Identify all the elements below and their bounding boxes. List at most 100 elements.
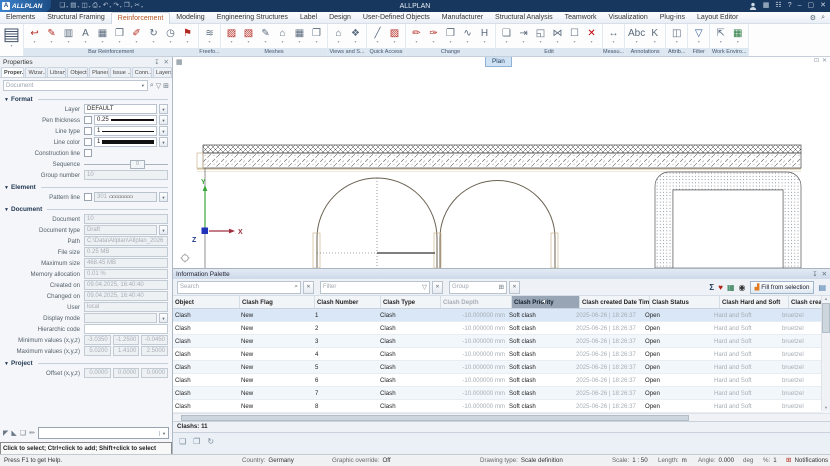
- house-icon[interactable]: ⌂ ▾: [331, 27, 346, 44]
- viewport-icon[interactable]: ▦: [176, 58, 183, 66]
- menu-item[interactable]: Structural Analysis: [489, 12, 559, 23]
- hatch-icon[interactable]: ▨ ▾: [387, 27, 402, 44]
- line-icon[interactable]: ╱ ▾: [370, 27, 385, 44]
- filter-funnel-icon[interactable]: ▽ ▾: [691, 27, 706, 44]
- column-header-clash-priority[interactable]: Clash Priority ➤: [512, 296, 580, 308]
- viewport-close-icon[interactable]: ✕: [822, 57, 827, 64]
- column-header[interactable]: Clash Flag: [240, 296, 315, 308]
- bar-pen-icon[interactable]: ✎ ▾: [44, 27, 59, 44]
- export-icon[interactable]: ❐: [193, 437, 200, 446]
- mirror-icon[interactable]: ⋈ ▾: [550, 27, 565, 44]
- close-icon[interactable]: ✕: [822, 270, 827, 278]
- settings-gear-icon[interactable]: ⚙: [810, 14, 816, 22]
- bar-schema-icon[interactable]: ▦ ▾: [95, 27, 110, 44]
- table-row[interactable]: Clash New 4 Clash -10.000000 mm Soft cla…: [173, 348, 822, 361]
- filter-input[interactable]: Filter ▽: [320, 281, 430, 294]
- align-icon[interactable]: ⇥ ▾: [516, 27, 531, 44]
- column-header[interactable]: Clash Number: [315, 296, 381, 308]
- dropdown-caret-icon[interactable]: ▼: [159, 192, 168, 202]
- menu-item[interactable]: Layout Editor: [691, 12, 744, 23]
- scale-status[interactable]: Scale:1 : 50: [612, 455, 648, 466]
- menu-item[interactable]: Label: [294, 12, 323, 23]
- spline-icon[interactable]: ∿ ▾: [460, 27, 475, 44]
- target-icon[interactable]: ◉: [739, 282, 746, 293]
- dropdown-caret-icon[interactable]: ▼: [159, 313, 168, 323]
- measure-icon[interactable]: ↔ ▾: [606, 27, 621, 44]
- viewport-tab-plan[interactable]: Plan: [485, 56, 512, 67]
- scrollbar-thumb[interactable]: [822, 303, 830, 333]
- hierarchic-code-input[interactable]: [84, 324, 168, 334]
- fill-from-selection-button[interactable]: ▟ Fill from selection: [750, 281, 815, 294]
- user-icon[interactable]: [749, 2, 757, 10]
- sum-sigma-icon[interactable]: Σ: [709, 282, 714, 293]
- leader-icon[interactable]: K ▾: [647, 27, 662, 44]
- scrollbar-thumb[interactable]: [181, 415, 689, 421]
- mesh-pen-icon[interactable]: ✎ ▾: [258, 27, 273, 44]
- line-color-select[interactable]: 1: [94, 137, 157, 147]
- properties-tab[interactable]: Proper...: [1, 67, 24, 77]
- favorites-combobox[interactable]: ▼: [38, 427, 169, 439]
- undo-icon[interactable]: ↶ ▾: [103, 1, 111, 11]
- help-icon[interactable]: ?: [788, 0, 792, 12]
- angle-status[interactable]: Angle:0.000 deg: [698, 455, 753, 466]
- close-icon[interactable]: ✕: [164, 58, 169, 66]
- pen-thickness-checkbox[interactable]: [84, 116, 92, 124]
- duplicate-icon[interactable]: ❏ ▾: [499, 27, 514, 44]
- work-screen-icon[interactable]: ▦ ▾: [730, 27, 745, 44]
- table-row[interactable]: Clash New 1 Clash -10.000000 mm Soft cla…: [173, 309, 822, 322]
- new-file-icon[interactable]: ❏ ▾: [59, 1, 68, 11]
- line-color-checkbox[interactable]: [84, 138, 92, 146]
- sequence-slider[interactable]: 0: [84, 160, 168, 169]
- mesh-place-icon[interactable]: ▨ ▾: [224, 27, 239, 44]
- restore-button[interactable]: ▢: [808, 0, 815, 12]
- bar-label-icon[interactable]: A ▾: [78, 27, 93, 44]
- pattern-line-checkbox[interactable]: [84, 193, 92, 201]
- edit-pen-icon[interactable]: ✏ ▾: [409, 27, 424, 44]
- drawing-type-status[interactable]: Drawing type:Scale definition: [480, 455, 563, 466]
- freeform-mesh-icon[interactable]: ≋ ▾: [202, 27, 217, 44]
- column-header[interactable]: Clash Depth: [441, 296, 512, 308]
- line-type-checkbox[interactable]: [84, 127, 92, 135]
- compass-icon[interactable]: [181, 254, 190, 263]
- expand-icon[interactable]: ⊞: [163, 82, 169, 90]
- menu-item[interactable]: Structural Framing: [41, 12, 111, 23]
- column-header[interactable]: Clash Type: [381, 296, 441, 308]
- filter-funnel-icon[interactable]: ▽: [156, 82, 161, 90]
- link-icon[interactable]: H ▾: [477, 27, 492, 44]
- bar-rotate-icon[interactable]: ↻ ▾: [146, 27, 161, 44]
- menu-item[interactable]: Visualization: [603, 12, 654, 23]
- line-type-select[interactable]: 1: [94, 126, 157, 136]
- bar-clock-icon[interactable]: ◷ ▾: [163, 27, 178, 44]
- mesh-edit-icon[interactable]: ▧ ▾: [241, 27, 256, 44]
- report-icon[interactable]: ❏: [179, 437, 186, 446]
- pin-icon[interactable]: ✑ ▾: [426, 27, 441, 44]
- scroll-down-arrow[interactable]: ▼: [824, 405, 828, 411]
- store-icon[interactable]: ☷: [775, 0, 781, 12]
- construction-line-checkbox[interactable]: [84, 149, 92, 157]
- properties-tab[interactable]: Conn...: [132, 67, 152, 77]
- element-plan-icon[interactable]: ▤ ▾: [3, 24, 20, 48]
- country-status[interactable]: Country:Germany: [242, 455, 294, 466]
- layout-arrow-icon[interactable]: ⇱ ▾: [713, 27, 728, 44]
- brush-icon[interactable]: ✏: [29, 429, 35, 437]
- section-element[interactable]: ▼ Element: [4, 184, 168, 191]
- panel-icon[interactable]: ▤: [818, 282, 826, 293]
- menu-item[interactable]: Manufacturer: [436, 12, 489, 23]
- properties-tab[interactable]: Wizar...: [25, 67, 46, 77]
- properties-tab[interactable]: Layers: [153, 67, 172, 77]
- attributes-icon[interactable]: ◫ ▾: [669, 27, 684, 44]
- properties-search-input[interactable]: Document ▼: [3, 80, 148, 91]
- section-document[interactable]: ▼ Document: [4, 206, 168, 213]
- properties-tab[interactable]: Planes: [89, 67, 108, 77]
- section-format[interactable]: ▼ Format: [4, 96, 168, 103]
- viewport-pin-icon[interactable]: ⊡: [814, 57, 819, 64]
- bar-flag-icon[interactable]: ⚑ ▾: [180, 27, 195, 44]
- bar-bending-icon[interactable]: ↩ ▾: [27, 27, 42, 44]
- table-row[interactable]: Clash New 7 Clash -10.000000 mm Soft cla…: [173, 387, 822, 400]
- save-icon[interactable]: ◫ ▾: [81, 1, 90, 11]
- pin-icon[interactable]: ↧: [154, 58, 159, 66]
- notifications-button[interactable]: ⊞ Notifications: [786, 455, 828, 466]
- menu-item[interactable]: Modeling: [170, 12, 210, 23]
- delete-icon[interactable]: ✕ ▾: [584, 27, 599, 44]
- table-row[interactable]: Clash New 8 Clash -10.000000 mm Soft cla…: [173, 400, 822, 413]
